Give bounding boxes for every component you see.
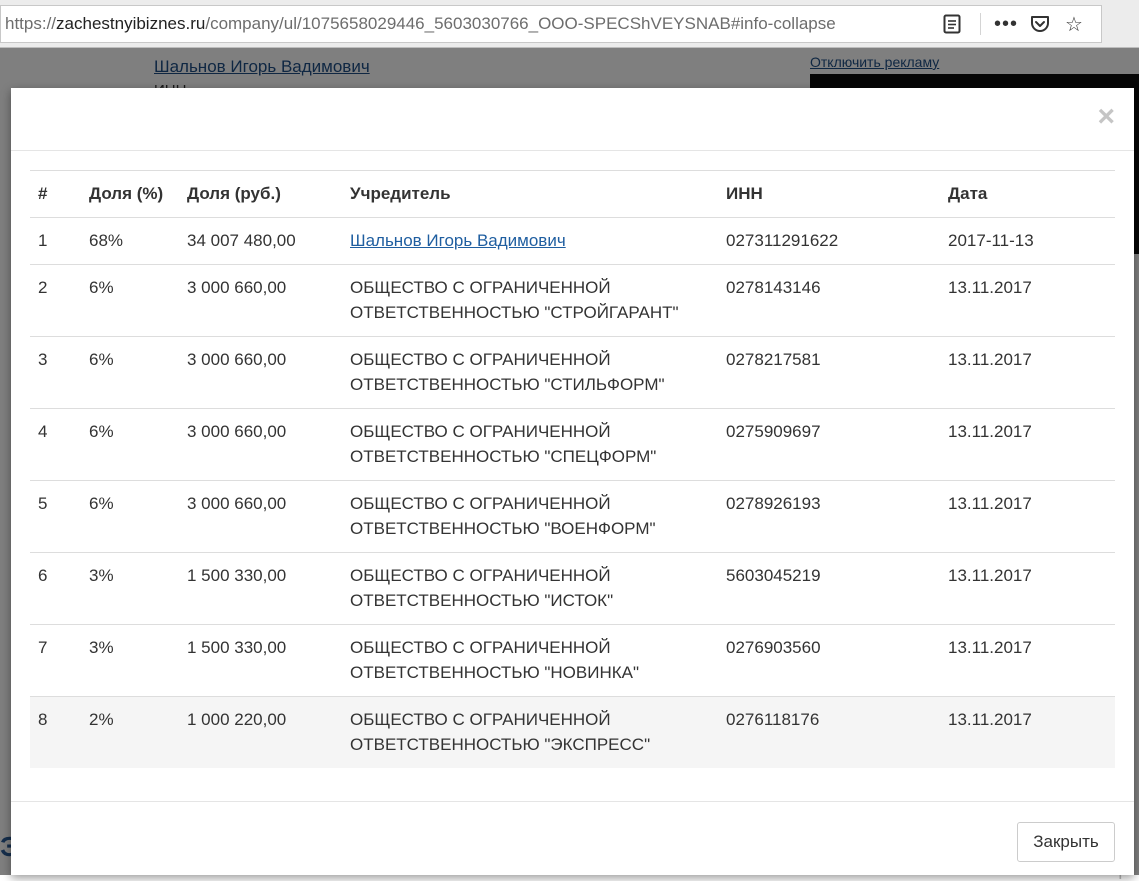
founder-name-line2: ОТВЕТСТВЕННОСТЬЮ "СПЕЦФОРМ": [350, 447, 657, 466]
record-date: 13.11.2017: [940, 336, 1115, 409]
share-rub: 1 000 220,00: [179, 696, 342, 768]
founder-name-line2: ОТВЕТСТВЕННОСТЬЮ "ИСТОК": [350, 591, 614, 610]
founder-name-line1: ОБЩЕСТВО С ОГРАНИЧЕННОЙ: [350, 638, 611, 657]
row-number: 5: [30, 480, 81, 553]
share-rub: 3 000 660,00: [179, 480, 342, 553]
record-date: 13.11.2017: [940, 408, 1115, 481]
founder-name-line2: ОТВЕТСТВЕННОСТЬЮ "ВОЕНФОРМ": [350, 519, 656, 538]
table-row: 2 6% 3 000 660,00 ОБЩЕСТВО С ОГРАНИЧЕННО…: [30, 264, 1115, 337]
founder-name-line1: ОБЩЕСТВО С ОГРАНИЧЕННОЙ: [350, 350, 611, 369]
founder-cell: ОБЩЕСТВО С ОГРАНИЧЕННОЙ ОТВЕТСТВЕННОСТЬЮ …: [342, 264, 718, 337]
pocket-icon[interactable]: [1023, 15, 1057, 33]
more-actions-icon[interactable]: •••: [989, 6, 1023, 42]
founders-table: # Доля (%) Доля (руб.) Учредитель ИНН Да…: [30, 170, 1115, 768]
share-rub: 3 000 660,00: [179, 336, 342, 409]
record-date: 13.11.2017: [940, 624, 1115, 697]
share-percent: 6%: [81, 480, 179, 553]
share-rub: 1 500 330,00: [179, 552, 342, 625]
close-button[interactable]: Закрыть: [1017, 822, 1115, 862]
modal-body: # Доля (%) Доля (руб.) Учредитель ИНН Да…: [30, 170, 1115, 768]
share-percent: 6%: [81, 336, 179, 409]
share-percent: 2%: [81, 696, 179, 768]
column-header-inn: ИНН: [718, 170, 940, 218]
founder-inn: 0275909697: [718, 408, 940, 481]
founder-inn: 5603045219: [718, 552, 940, 625]
modal-footer: Закрыть: [11, 801, 1134, 876]
row-number: 7: [30, 624, 81, 697]
column-header-share-rub: Доля (руб.): [179, 170, 342, 218]
browser-toolbar: https://zachestnyibiznes.ru/company/ul/1…: [0, 0, 1139, 48]
share-percent: 6%: [81, 264, 179, 337]
share-rub: 3 000 660,00: [179, 408, 342, 481]
table-row: 5 6% 3 000 660,00 ОБЩЕСТВО С ОГРАНИЧЕННО…: [30, 480, 1115, 553]
founder-cell: ОБЩЕСТВО С ОГРАНИЧЕННОЙ ОТВЕТСТВЕННОСТЬЮ …: [342, 552, 718, 625]
founder-name-line2: ОТВЕТСТВЕННОСТЬЮ "НОВИНКА": [350, 663, 640, 682]
founder-name-line1: ОБЩЕСТВО С ОГРАНИЧЕННОЙ: [350, 566, 611, 585]
founder-name-line1: ОБЩЕСТВО С ОГРАНИЧЕННОЙ: [350, 422, 611, 441]
row-number: 4: [30, 408, 81, 481]
founder-inn: 0278926193: [718, 480, 940, 553]
founder-name-line1: ОБЩЕСТВО С ОГРАНИЧЕННОЙ: [350, 494, 611, 513]
founder-name-line1: ОБЩЕСТВО С ОГРАНИЧЕННОЙ: [350, 710, 611, 729]
close-icon[interactable]: ×: [1097, 102, 1115, 132]
table-row: 7 3% 1 500 330,00 ОБЩЕСТВО С ОГРАНИЧЕННО…: [30, 624, 1115, 697]
column-header-founder: Учредитель: [342, 170, 718, 218]
share-percent: 68%: [81, 217, 179, 265]
founder-inn: 0278217581: [718, 336, 940, 409]
column-header-date: Дата: [940, 170, 1115, 218]
reader-view-icon[interactable]: [932, 14, 972, 34]
table-row: 3 6% 3 000 660,00 ОБЩЕСТВО С ОГРАНИЧЕННО…: [30, 336, 1115, 409]
founders-modal: × # Доля (%) Доля (руб.) Учредитель ИНН …: [11, 88, 1134, 875]
toolbar-separator: [980, 13, 981, 35]
row-number: 6: [30, 552, 81, 625]
table-row: 6 3% 1 500 330,00 ОБЩЕСТВО С ОГРАНИЧЕННО…: [30, 552, 1115, 625]
table-row: 4 6% 3 000 660,00 ОБЩЕСТВО С ОГРАНИЧЕННО…: [30, 408, 1115, 481]
table-row-hovered: 8 2% 1 000 220,00 ОБЩЕСТВО С ОГРАНИЧЕННО…: [30, 696, 1115, 768]
founder-name-line2: ОТВЕТСТВЕННОСТЬЮ "ЭКСПРЕСС": [350, 735, 651, 754]
address-bar[interactable]: https://zachestnyibiznes.ru/company/ul/1…: [0, 5, 1102, 43]
column-header-share-pct: Доля (%): [81, 170, 179, 218]
record-date: 13.11.2017: [940, 264, 1115, 337]
row-number: 1: [30, 217, 81, 265]
share-percent: 6%: [81, 408, 179, 481]
founder-inn: 0276903560: [718, 624, 940, 697]
table-row: 1 68% 34 007 480,00 Шальнов Игорь Вадимо…: [30, 217, 1115, 265]
founder-cell: ОБЩЕСТВО С ОГРАНИЧЕННОЙ ОТВЕТСТВЕННОСТЬЮ …: [342, 336, 718, 409]
row-number: 8: [30, 696, 81, 768]
share-percent: 3%: [81, 552, 179, 625]
bookmark-star-icon[interactable]: ☆: [1057, 12, 1091, 37]
record-date: 13.11.2017: [940, 552, 1115, 625]
founder-link[interactable]: Шальнов Игорь Вадимович: [350, 231, 566, 250]
share-percent: 3%: [81, 624, 179, 697]
founder-name-line2: ОТВЕТСТВЕННОСТЬЮ "СТИЛЬФОРМ": [350, 375, 665, 394]
address-bar-icons: ••• ☆: [932, 6, 1091, 42]
row-number: 3: [30, 336, 81, 409]
table-header-row: # Доля (%) Доля (руб.) Учредитель ИНН Да…: [30, 170, 1115, 218]
share-rub: 3 000 660,00: [179, 264, 342, 337]
column-header-num: #: [30, 170, 81, 218]
share-rub: 1 500 330,00: [179, 624, 342, 697]
founder-inn: 0278143146: [718, 264, 940, 337]
founder-name-line1: ОБЩЕСТВО С ОГРАНИЧЕННОЙ: [350, 278, 611, 297]
founder-cell: ОБЩЕСТВО С ОГРАНИЧЕННОЙ ОТВЕТСТВЕННОСТЬЮ …: [342, 480, 718, 553]
record-date: 2017-11-13: [940, 217, 1115, 265]
founder-cell: ОБЩЕСТВО С ОГРАНИЧЕННОЙ ОТВЕТСТВЕННОСТЬЮ …: [342, 624, 718, 697]
founder-inn: 0276118176: [718, 696, 940, 768]
founder-cell: ОБЩЕСТВО С ОГРАНИЧЕННОЙ ОТВЕТСТВЕННОСТЬЮ …: [342, 408, 718, 481]
record-date: 13.11.2017: [940, 480, 1115, 553]
share-rub: 34 007 480,00: [179, 217, 342, 265]
founder-inn: 027311291622: [718, 217, 940, 265]
url-text[interactable]: https://zachestnyibiznes.ru/company/ul/1…: [1, 14, 836, 34]
record-date: 13.11.2017: [940, 696, 1115, 768]
founder-cell: Шальнов Игорь Вадимович: [342, 217, 718, 265]
founder-cell: ОБЩЕСТВО С ОГРАНИЧЕННОЙ ОТВЕТСТВЕННОСТЬЮ …: [342, 696, 718, 768]
row-number: 2: [30, 264, 81, 337]
modal-header: ×: [11, 88, 1134, 151]
founder-name-line2: ОТВЕТСТВЕННОСТЬЮ "СТРОЙГАРАНТ": [350, 303, 679, 322]
